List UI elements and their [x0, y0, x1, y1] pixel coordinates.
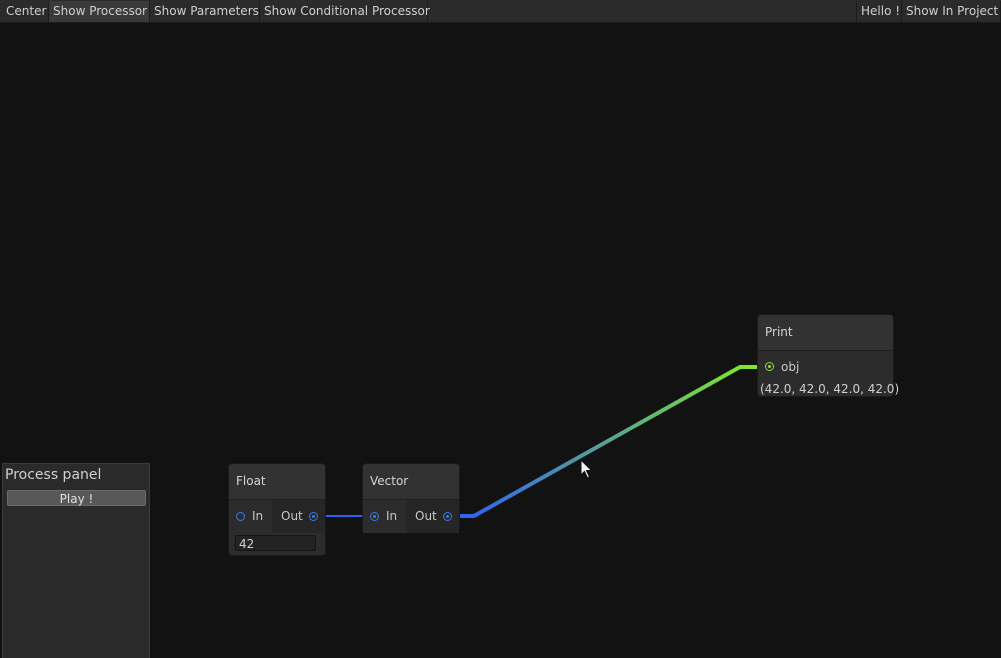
vector-out-label: Out: [415, 509, 437, 523]
print-output-text: (42.0, 42.0, 42.0, 42.0): [760, 382, 900, 396]
print-input-port[interactable]: obj: [758, 351, 893, 383]
vector-node-ports: In Out: [363, 500, 459, 533]
mouse-cursor-icon: [580, 459, 593, 479]
port-connected-icon: [370, 512, 379, 521]
port-circle-icon: [236, 512, 245, 521]
float-node-title: Float: [229, 464, 325, 500]
process-panel: Process panel Play !: [2, 463, 150, 658]
vector-output-port[interactable]: Out: [406, 500, 459, 533]
port-connected-icon: [765, 362, 774, 371]
float-node-ports: In Out: [229, 500, 325, 533]
vector-node-title: Vector: [363, 464, 459, 500]
process-panel-title: Process panel: [5, 467, 102, 483]
float-value-field[interactable]: 42: [235, 535, 316, 551]
float-in-label: In: [252, 509, 264, 523]
float-node[interactable]: Float In Out 42: [228, 463, 326, 556]
port-connected-icon: [309, 512, 318, 521]
edge-vector-to-print: [452, 365, 764, 518]
print-obj-label: obj: [781, 360, 800, 374]
vector-in-label: In: [386, 509, 398, 523]
port-connected-icon: [443, 512, 452, 521]
vector-input-port[interactable]: In: [363, 500, 406, 533]
float-output-port[interactable]: Out: [272, 500, 325, 533]
print-node-ports: obj: [758, 351, 893, 383]
play-button[interactable]: Play !: [7, 490, 146, 506]
print-node[interactable]: Print obj (42.0, 42.0, 42.0, 42.0): [757, 314, 899, 397]
print-node-title: Print: [758, 315, 893, 351]
float-input-port[interactable]: In: [229, 500, 272, 533]
float-out-label: Out: [281, 509, 303, 523]
vector-node[interactable]: Vector In Out: [362, 463, 460, 533]
